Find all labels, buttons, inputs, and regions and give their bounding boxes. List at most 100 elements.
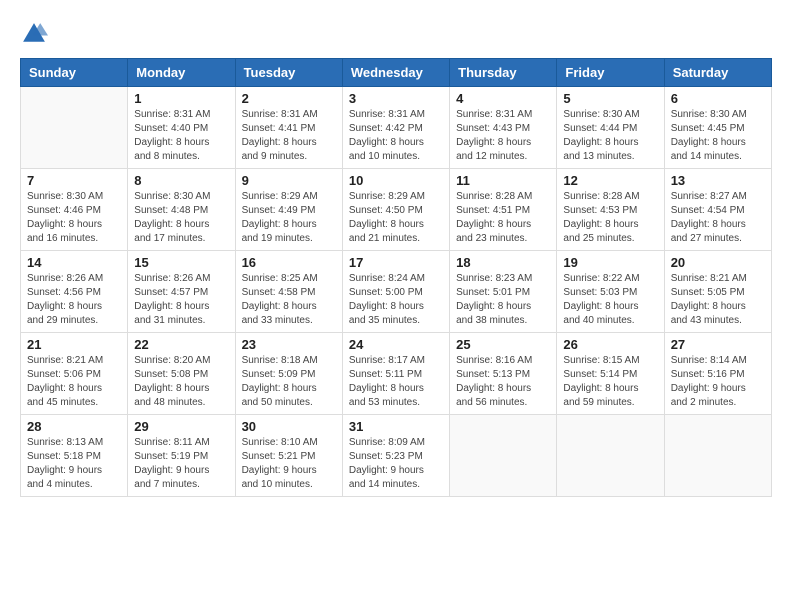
calendar-cell: 6 Sunrise: 8:30 AMSunset: 4:45 PMDaylight… — [664, 87, 771, 169]
calendar-cell: 5 Sunrise: 8:30 AMSunset: 4:44 PMDaylight… — [557, 87, 664, 169]
day-number: 5 — [563, 91, 657, 106]
calendar-cell: 17 Sunrise: 8:24 AMSunset: 5:00 PMDayligh… — [342, 251, 449, 333]
day-number: 7 — [27, 173, 121, 188]
day-info: Sunrise: 8:31 AMSunset: 4:42 PMDaylight:… — [349, 108, 443, 164]
calendar-cell: 27Sunrise: 8:14 AMSunset: 5:16 PMDayligh… — [664, 333, 771, 415]
calendar-cell — [557, 415, 664, 497]
day-number: 1 — [134, 91, 228, 106]
day-info: Sunrise: 8:26 AMSunset: 4:56 PMDaylight:… — [27, 272, 121, 328]
day-number: 24 — [349, 337, 443, 352]
day-number: 17 — [349, 255, 443, 270]
day-info: Sunrise: 8:14 AMSunset: 5:16 PMDaylight:… — [671, 354, 765, 410]
calendar-cell: 31 Sunrise: 8:09 AMSunset: 5:23 PMDayligh… — [342, 415, 449, 497]
day-header-friday: Friday — [557, 59, 664, 87]
calendar-cell: 18Sunrise: 8:23 AMSunset: 5:01 PMDayligh… — [450, 251, 557, 333]
day-number: 20 — [671, 255, 765, 270]
day-number: 22 — [134, 337, 228, 352]
day-number: 23 — [242, 337, 336, 352]
calendar-week-row: 7 Sunrise: 8:30 AMSunset: 4:46 PMDaylight… — [21, 169, 772, 251]
day-number: 13 — [671, 173, 765, 188]
calendar-cell: 19Sunrise: 8:22 AMSunset: 5:03 PMDayligh… — [557, 251, 664, 333]
day-number: 12 — [563, 173, 657, 188]
calendar-header-row: SundayMondayTuesdayWednesdayThursdayFrid… — [21, 59, 772, 87]
day-info: Sunrise: 8:31 AMSunset: 4:40 PMDaylight:… — [134, 108, 228, 164]
calendar-cell: 20 Sunrise: 8:21 AMSunset: 5:05 PMDayligh… — [664, 251, 771, 333]
day-info: Sunrise: 8:13 AMSunset: 5:18 PMDaylight:… — [27, 436, 121, 492]
calendar-cell: 12Sunrise: 8:28 AMSunset: 4:53 PMDayligh… — [557, 169, 664, 251]
day-header-thursday: Thursday — [450, 59, 557, 87]
day-header-wednesday: Wednesday — [342, 59, 449, 87]
day-info: Sunrise: 8:29 AMSunset: 4:49 PMDaylight:… — [242, 190, 336, 246]
day-number: 9 — [242, 173, 336, 188]
day-info: Sunrise: 8:30 AMSunset: 4:45 PMDaylight:… — [671, 108, 765, 164]
day-info: Sunrise: 8:17 AMSunset: 5:11 PMDaylight:… — [349, 354, 443, 410]
day-number: 4 — [456, 91, 550, 106]
calendar-cell: 22 Sunrise: 8:20 AMSunset: 5:08 PMDayligh… — [128, 333, 235, 415]
day-info: Sunrise: 8:30 AMSunset: 4:44 PMDaylight:… — [563, 108, 657, 164]
day-info: Sunrise: 8:09 AMSunset: 5:23 PMDaylight:… — [349, 436, 443, 492]
day-info: Sunrise: 8:27 AMSunset: 4:54 PMDaylight:… — [671, 190, 765, 246]
calendar-cell: 29Sunrise: 8:11 AMSunset: 5:19 PMDayligh… — [128, 415, 235, 497]
day-number: 16 — [242, 255, 336, 270]
calendar-cell: 10 Sunrise: 8:29 AMSunset: 4:50 PMDayligh… — [342, 169, 449, 251]
day-info: Sunrise: 8:31 AMSunset: 4:43 PMDaylight:… — [456, 108, 550, 164]
calendar: SundayMondayTuesdayWednesdayThursdayFrid… — [20, 58, 772, 497]
calendar-cell: 25Sunrise: 8:16 AMSunset: 5:13 PMDayligh… — [450, 333, 557, 415]
day-number: 21 — [27, 337, 121, 352]
day-number: 31 — [349, 419, 443, 434]
day-info: Sunrise: 8:24 AMSunset: 5:00 PMDaylight:… — [349, 272, 443, 328]
day-number: 15 — [134, 255, 228, 270]
calendar-cell: 9 Sunrise: 8:29 AMSunset: 4:49 PMDaylight… — [235, 169, 342, 251]
logo — [20, 20, 52, 48]
day-info: Sunrise: 8:10 AMSunset: 5:21 PMDaylight:… — [242, 436, 336, 492]
calendar-cell: 2 Sunrise: 8:31 AMSunset: 4:41 PMDaylight… — [235, 87, 342, 169]
day-info: Sunrise: 8:26 AMSunset: 4:57 PMDaylight:… — [134, 272, 228, 328]
day-info: Sunrise: 8:21 AMSunset: 5:05 PMDaylight:… — [671, 272, 765, 328]
day-number: 10 — [349, 173, 443, 188]
day-number: 26 — [563, 337, 657, 352]
calendar-cell: 4 Sunrise: 8:31 AMSunset: 4:43 PMDaylight… — [450, 87, 557, 169]
day-info: Sunrise: 8:20 AMSunset: 5:08 PMDaylight:… — [134, 354, 228, 410]
day-header-monday: Monday — [128, 59, 235, 87]
day-number: 8 — [134, 173, 228, 188]
day-header-tuesday: Tuesday — [235, 59, 342, 87]
day-number: 30 — [242, 419, 336, 434]
day-number: 6 — [671, 91, 765, 106]
logo-icon — [20, 20, 48, 48]
day-info: Sunrise: 8:18 AMSunset: 5:09 PMDaylight:… — [242, 354, 336, 410]
calendar-cell: 24 Sunrise: 8:17 AMSunset: 5:11 PMDayligh… — [342, 333, 449, 415]
day-info: Sunrise: 8:29 AMSunset: 4:50 PMDaylight:… — [349, 190, 443, 246]
calendar-week-row: 28 Sunrise: 8:13 AMSunset: 5:18 PMDayligh… — [21, 415, 772, 497]
day-info: Sunrise: 8:31 AMSunset: 4:41 PMDaylight:… — [242, 108, 336, 164]
calendar-cell: 8 Sunrise: 8:30 AMSunset: 4:48 PMDaylight… — [128, 169, 235, 251]
day-number: 18 — [456, 255, 550, 270]
calendar-cell: 21Sunrise: 8:21 AMSunset: 5:06 PMDayligh… — [21, 333, 128, 415]
day-number: 28 — [27, 419, 121, 434]
day-info: Sunrise: 8:30 AMSunset: 4:48 PMDaylight:… — [134, 190, 228, 246]
day-number: 2 — [242, 91, 336, 106]
page-header — [20, 20, 772, 48]
day-info: Sunrise: 8:11 AMSunset: 5:19 PMDaylight:… — [134, 436, 228, 492]
calendar-cell: 3 Sunrise: 8:31 AMSunset: 4:42 PMDaylight… — [342, 87, 449, 169]
calendar-cell: 15 Sunrise: 8:26 AMSunset: 4:57 PMDayligh… — [128, 251, 235, 333]
calendar-cell: 23 Sunrise: 8:18 AMSunset: 5:09 PMDayligh… — [235, 333, 342, 415]
calendar-cell: 16 Sunrise: 8:25 AMSunset: 4:58 PMDayligh… — [235, 251, 342, 333]
day-number: 11 — [456, 173, 550, 188]
calendar-week-row: 14Sunrise: 8:26 AMSunset: 4:56 PMDayligh… — [21, 251, 772, 333]
day-info: Sunrise: 8:15 AMSunset: 5:14 PMDaylight:… — [563, 354, 657, 410]
calendar-cell — [664, 415, 771, 497]
calendar-week-row: 1 Sunrise: 8:31 AMSunset: 4:40 PMDaylight… — [21, 87, 772, 169]
calendar-cell: 1 Sunrise: 8:31 AMSunset: 4:40 PMDaylight… — [128, 87, 235, 169]
day-number: 25 — [456, 337, 550, 352]
day-info: Sunrise: 8:22 AMSunset: 5:03 PMDaylight:… — [563, 272, 657, 328]
calendar-cell: 7 Sunrise: 8:30 AMSunset: 4:46 PMDaylight… — [21, 169, 128, 251]
calendar-cell — [450, 415, 557, 497]
day-info: Sunrise: 8:30 AMSunset: 4:46 PMDaylight:… — [27, 190, 121, 246]
day-info: Sunrise: 8:28 AMSunset: 4:51 PMDaylight:… — [456, 190, 550, 246]
calendar-week-row: 21Sunrise: 8:21 AMSunset: 5:06 PMDayligh… — [21, 333, 772, 415]
day-number: 3 — [349, 91, 443, 106]
calendar-cell — [21, 87, 128, 169]
day-info: Sunrise: 8:25 AMSunset: 4:58 PMDaylight:… — [242, 272, 336, 328]
day-header-saturday: Saturday — [664, 59, 771, 87]
calendar-cell: 26 Sunrise: 8:15 AMSunset: 5:14 PMDayligh… — [557, 333, 664, 415]
